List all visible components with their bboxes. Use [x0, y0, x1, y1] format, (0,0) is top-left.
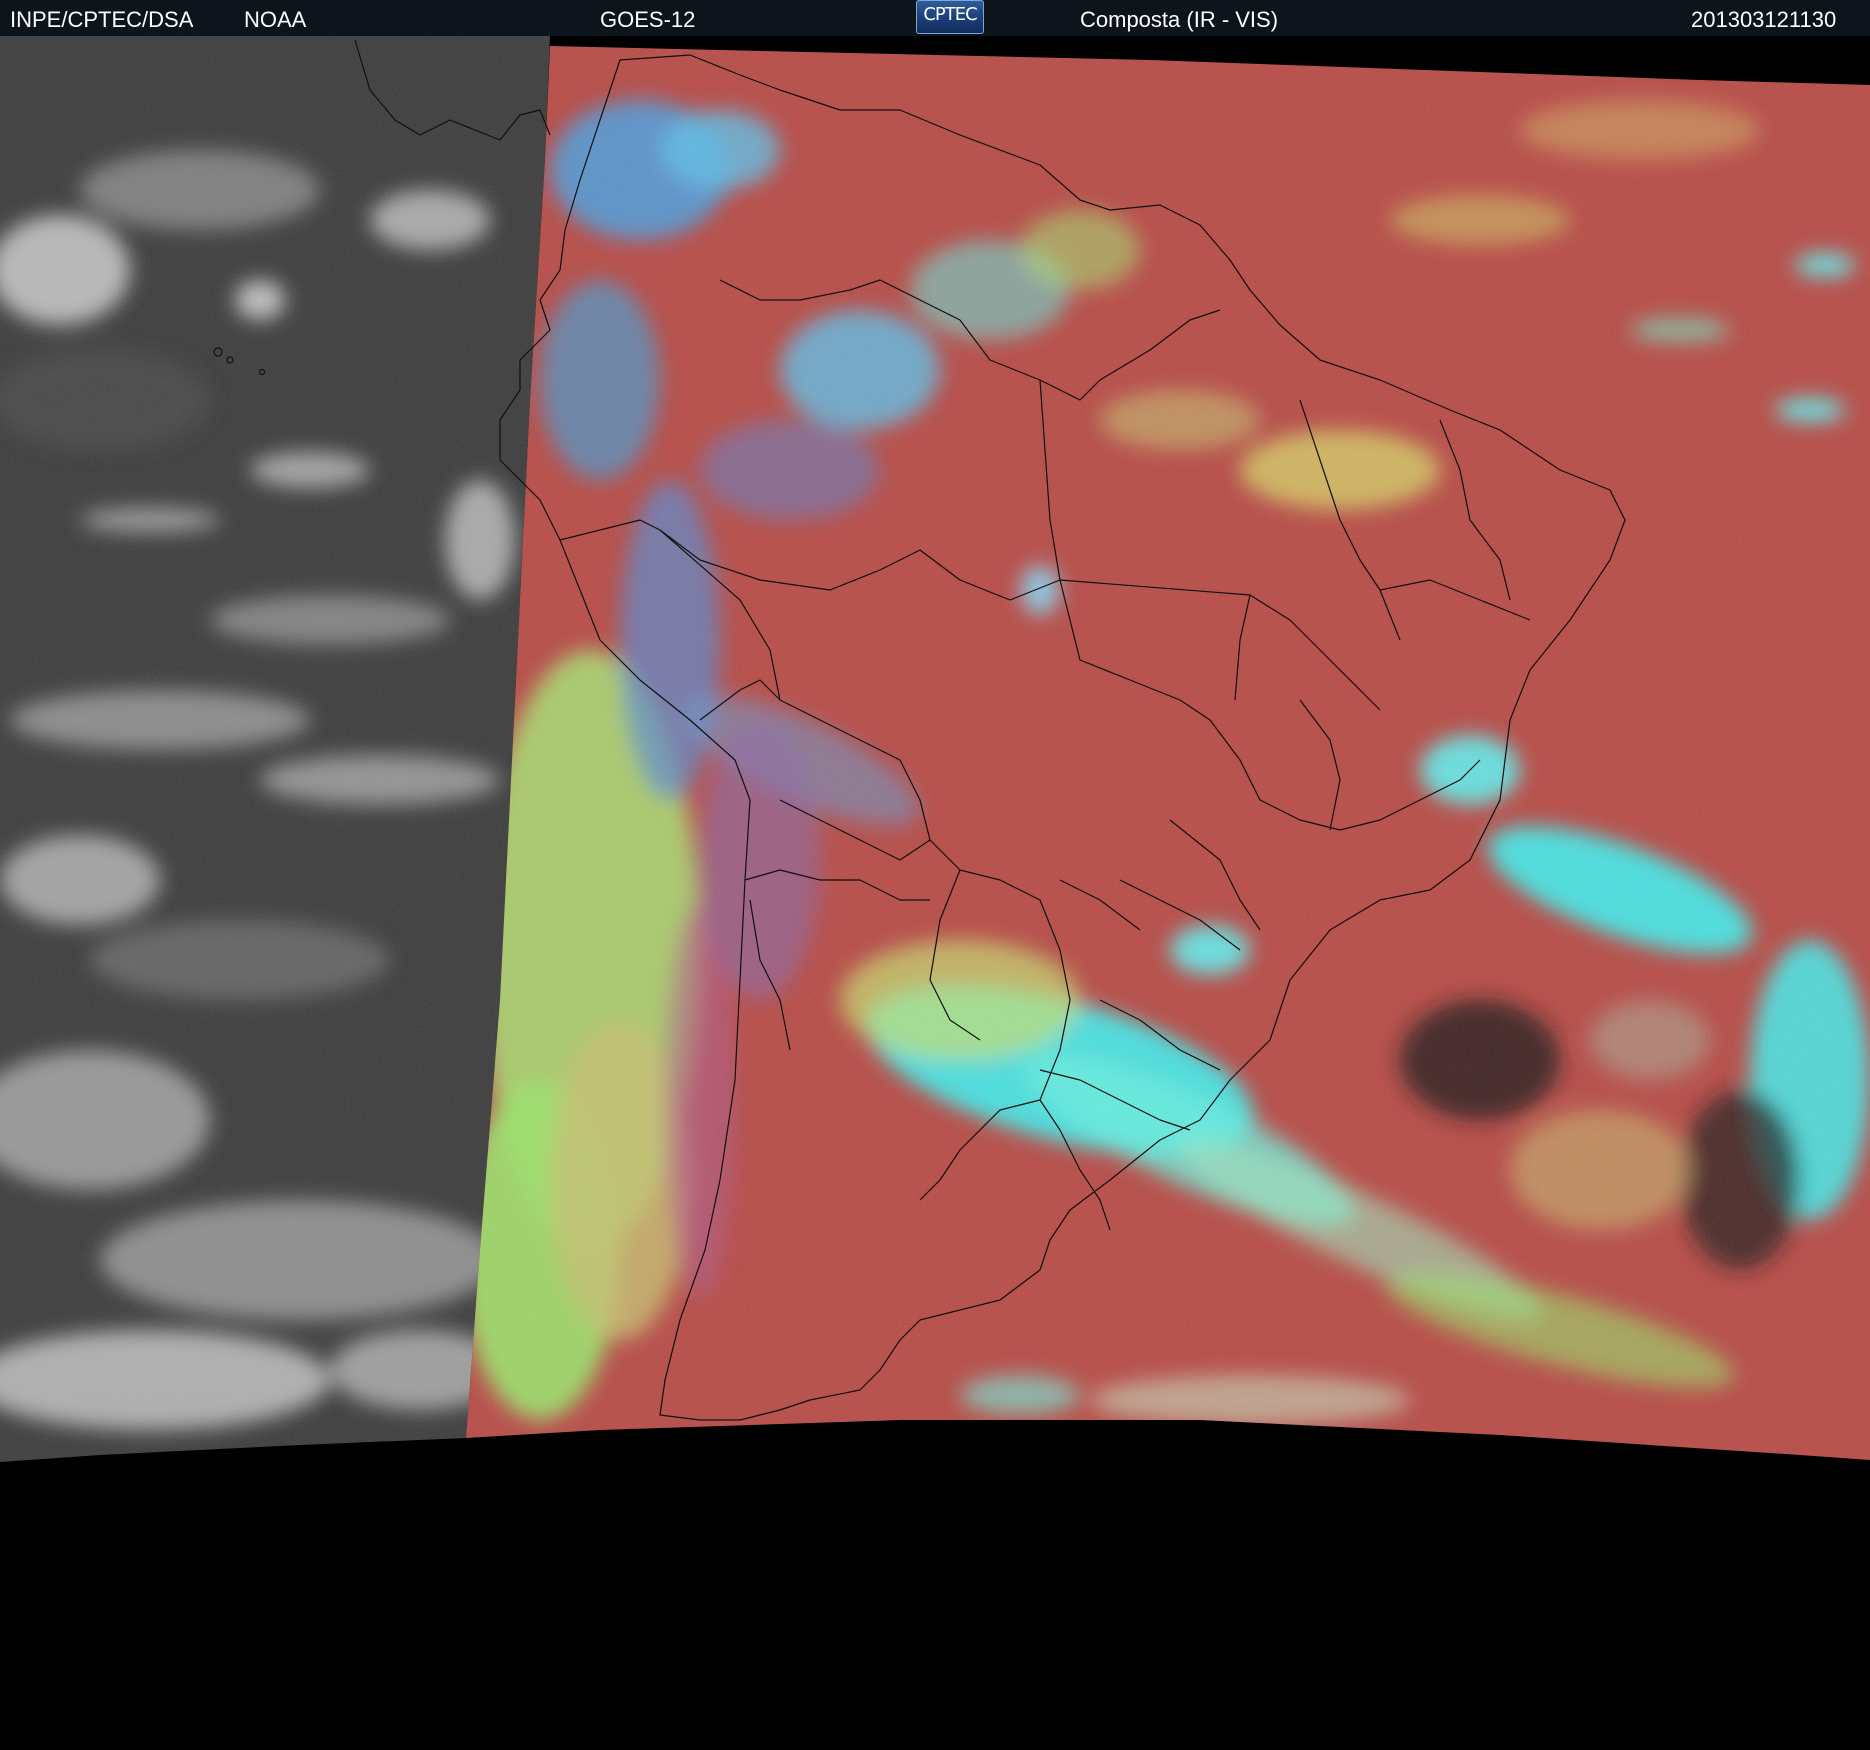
color-composite-region: [466, 46, 1870, 1460]
ir-grayscale-region: [0, 36, 550, 1462]
satellite-label: GOES-12: [600, 7, 696, 32]
cptec-logo: CPTEC: [916, 0, 984, 34]
product-label: Composta (IR - VIS): [1080, 7, 1279, 32]
agency-label: NOAA: [244, 7, 307, 32]
timestamp-label: 201303121130: [1691, 7, 1837, 32]
header-bar: INPE/CPTEC/DSA NOAA GOES-12 CPTEC Compos…: [0, 0, 1870, 36]
institution-label: INPE/CPTEC/DSA: [10, 7, 194, 32]
satellite-imagery: [0, 36, 1870, 1750]
logo-text: CPTEC: [923, 4, 977, 25]
